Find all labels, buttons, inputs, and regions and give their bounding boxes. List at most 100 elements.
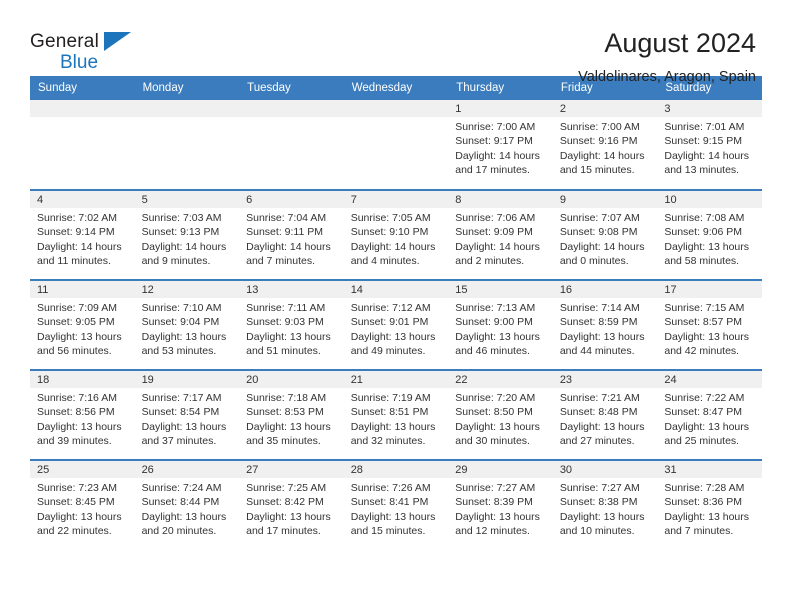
calendar-day-cell[interactable]: 27 Sunrise: 7:25 AM Sunset: 8:42 PM Dayligh… [239, 459, 344, 550]
day-sunset-text: Sunset: 8:36 PM [664, 496, 743, 509]
day-sunrise-text: Sunrise: 7:24 AM [141, 482, 222, 494]
calendar-day-cell[interactable]: 9 Sunrise: 7:07 AM Sunset: 9:08 PM Daylight… [552, 189, 658, 280]
calendar-day-cell[interactable]: 10 Sunrise: 7:08 AM Sunset: 9:06 PM Dayligh… [657, 189, 762, 280]
day-cell-content: 3 Sunrise: 7:01 AM Sunset: 9:15 PM Daylight… [657, 100, 762, 188]
calendar-day-cell[interactable]: 15 Sunrise: 7:13 AM Sunset: 9:00 PM Dayligh… [448, 279, 553, 370]
calendar-day-cell[interactable]: 25 Sunrise: 7:23 AM Sunset: 8:45 PM Dayligh… [30, 459, 135, 550]
day-daylight-line1-text: Daylight: 13 hours [455, 330, 540, 343]
calendar-day-cell[interactable]: 20 Sunrise: 7:18 AM Sunset: 8:53 PM Dayligh… [239, 369, 344, 460]
calendar-day-cell[interactable]: 18 Sunrise: 7:16 AM Sunset: 8:56 PM Dayligh… [30, 369, 135, 460]
day-daylight-line2-text: and 4 minutes. [350, 255, 420, 268]
day-daylight-line1-text: Daylight: 13 hours [246, 420, 331, 433]
day-cell-content: 30 Sunrise: 7:27 AM Sunset: 8:38 PM Dayligh… [552, 461, 658, 549]
day-number: 27 [239, 461, 344, 478]
day-daylight-line1-text: Daylight: 14 hours [246, 240, 331, 253]
day-cell-content: 21 Sunrise: 7:19 AM Sunset: 8:51 PM Dayligh… [343, 371, 449, 459]
calendar-day-cell[interactable]: 1 Sunrise: 7:00 AM Sunset: 9:17 PM Daylight… [448, 100, 553, 190]
day-cell-content: 27 Sunrise: 7:25 AM Sunset: 8:42 PM Dayligh… [239, 461, 344, 549]
day-number: 13 [239, 281, 344, 298]
calendar-day-cell[interactable]: 21 Sunrise: 7:19 AM Sunset: 8:51 PM Dayligh… [343, 369, 449, 460]
calendar-day-cell[interactable]: 3 Sunrise: 7:01 AM Sunset: 9:15 PM Daylight… [657, 100, 762, 190]
day-daylight-line1-text: Daylight: 13 hours [664, 330, 750, 343]
calendar-day-cell[interactable]: 30 Sunrise: 7:27 AM Sunset: 8:38 PM Dayligh… [552, 459, 658, 550]
day-number: 30 [552, 461, 658, 478]
calendar-day-cell[interactable]: 8 Sunrise: 7:06 AM Sunset: 9:09 PM Daylight… [448, 189, 553, 280]
day-sunrise-text: Sunrise: 7:07 AM [559, 212, 640, 224]
day-daylight-line2-text: and 30 minutes. [455, 435, 530, 448]
day-daylight-line2-text: and 12 minutes. [455, 525, 530, 538]
calendar-day-cell[interactable]: 28 Sunrise: 7:26 AM Sunset: 8:41 PM Dayligh… [343, 459, 449, 550]
calendar-day-cell[interactable]: 19 Sunrise: 7:17 AM Sunset: 8:54 PM Dayligh… [134, 369, 240, 460]
day-number: 5 [134, 191, 240, 208]
day-sun-info: Sunrise: 7:27 AM Sunset: 8:38 PM Daylight:… [553, 478, 658, 539]
day-sunrise-text: Sunrise: 7:01 AM [664, 121, 745, 133]
day-daylight-line1-text: Daylight: 13 hours [664, 240, 750, 253]
day-sunset-text: Sunset: 9:01 PM [350, 316, 429, 329]
calendar-day-cell[interactable]: 14 Sunrise: 7:12 AM Sunset: 9:01 PM Dayligh… [343, 279, 449, 370]
calendar-day-cell[interactable]: 17 Sunrise: 7:15 AM Sunset: 8:57 PM Dayligh… [657, 279, 762, 370]
day-sun-info: Sunrise: 7:23 AM Sunset: 8:45 PM Daylight:… [30, 478, 135, 539]
generalblue-logo[interactable]: General Blue [30, 28, 140, 73]
day-sun-info: Sunrise: 7:24 AM Sunset: 8:44 PM Daylight:… [135, 478, 240, 539]
day-sunset-text: Sunset: 8:59 PM [559, 316, 638, 329]
day-sun-info [344, 117, 449, 120]
day-sun-info: Sunrise: 7:26 AM Sunset: 8:41 PM Daylight:… [344, 478, 449, 539]
day-number: 17 [657, 281, 762, 298]
day-sun-info: Sunrise: 7:27 AM Sunset: 8:39 PM Daylight:… [448, 478, 553, 539]
calendar-day-cell[interactable]: 24 Sunrise: 7:22 AM Sunset: 8:47 PM Dayligh… [657, 369, 762, 460]
calendar-day-cell[interactable]: 22 Sunrise: 7:20 AM Sunset: 8:50 PM Dayligh… [448, 369, 553, 460]
calendar-day-cell[interactable]: 6 Sunrise: 7:04 AM Sunset: 9:11 PM Daylight… [239, 189, 344, 280]
day-sunset-text: Sunset: 9:16 PM [559, 135, 638, 148]
weekday-header-tuesday: Tuesday [239, 76, 344, 100]
day-cell-content: 15 Sunrise: 7:13 AM Sunset: 9:00 PM Dayligh… [448, 281, 553, 369]
day-sunset-text: Sunset: 9:03 PM [246, 316, 324, 329]
day-cell-content: 11 Sunrise: 7:09 AM Sunset: 9:05 PM Dayligh… [30, 281, 135, 369]
day-number: 21 [343, 371, 449, 388]
calendar-day-cell[interactable]: 16 Sunrise: 7:14 AM Sunset: 8:59 PM Dayligh… [552, 279, 658, 370]
calendar-day-cell[interactable]: 26 Sunrise: 7:24 AM Sunset: 8:44 PM Dayligh… [134, 459, 240, 550]
day-sun-info [135, 117, 240, 120]
day-sunrise-text: Sunrise: 7:09 AM [37, 302, 117, 314]
calendar-day-cell[interactable]: 2 Sunrise: 7:00 AM Sunset: 9:16 PM Daylight… [552, 100, 658, 190]
day-number: 24 [657, 371, 762, 388]
calendar-week-row: 4 Sunrise: 7:02 AM Sunset: 9:14 PM Daylight… [30, 189, 762, 280]
calendar-day-cell[interactable]: 5 Sunrise: 7:03 AM Sunset: 9:13 PM Daylight… [134, 189, 240, 280]
calendar-day-cell[interactable]: 13 Sunrise: 7:11 AM Sunset: 9:03 PM Dayligh… [239, 279, 344, 370]
title-block: August 2024 Valdelinares, Aragon, Spain [578, 28, 756, 87]
day-number: 1 [448, 100, 553, 117]
calendar-day-cell[interactable]: 11 Sunrise: 7:09 AM Sunset: 9:05 PM Dayligh… [30, 279, 135, 370]
day-sunrise-text: Sunrise: 7:12 AM [350, 302, 431, 314]
day-sun-info: Sunrise: 7:28 AM Sunset: 8:36 PM Daylight:… [657, 478, 762, 539]
day-sunrise-text: Sunrise: 7:04 AM [246, 212, 327, 224]
day-sun-info: Sunrise: 7:04 AM Sunset: 9:11 PM Daylight:… [239, 208, 344, 269]
day-sunrise-text: Sunrise: 7:27 AM [455, 482, 536, 494]
day-sunset-text: Sunset: 8:41 PM [350, 496, 429, 509]
day-daylight-line1-text: Daylight: 13 hours [455, 510, 540, 523]
day-daylight-line1-text: Daylight: 13 hours [141, 510, 227, 523]
calendar-body: 1 Sunrise: 7:00 AM Sunset: 9:17 PM Daylight… [30, 100, 762, 550]
day-number: 18 [30, 371, 135, 388]
day-daylight-line2-text: and 0 minutes. [559, 255, 629, 268]
day-cell-content: 6 Sunrise: 7:04 AM Sunset: 9:11 PM Daylight… [239, 191, 344, 279]
day-sun-info: Sunrise: 7:13 AM Sunset: 9:00 PM Daylight:… [448, 298, 553, 359]
calendar-day-cell[interactable]: 12 Sunrise: 7:10 AM Sunset: 9:04 PM Dayligh… [134, 279, 240, 370]
calendar-day-cell[interactable]: 31 Sunrise: 7:28 AM Sunset: 8:36 PM Dayligh… [657, 459, 762, 550]
day-sunset-text: Sunset: 9:00 PM [455, 316, 533, 329]
calendar-day-cell[interactable]: 4 Sunrise: 7:02 AM Sunset: 9:14 PM Daylight… [30, 189, 135, 280]
day-sun-info: Sunrise: 7:00 AM Sunset: 9:16 PM Daylight:… [553, 117, 658, 178]
day-sunrise-text: Sunrise: 7:28 AM [664, 482, 745, 494]
day-daylight-line2-text: and 46 minutes. [455, 345, 530, 358]
calendar-day-cell[interactable]: 23 Sunrise: 7:21 AM Sunset: 8:48 PM Dayligh… [552, 369, 658, 460]
day-sun-info: Sunrise: 7:10 AM Sunset: 9:04 PM Daylight:… [135, 298, 240, 359]
calendar-day-cell[interactable]: 29 Sunrise: 7:27 AM Sunset: 8:39 PM Dayligh… [448, 459, 553, 550]
day-daylight-line1-text: Daylight: 13 hours [664, 510, 750, 523]
day-sunrise-text: Sunrise: 7:27 AM [559, 482, 640, 494]
day-cell-content: 22 Sunrise: 7:20 AM Sunset: 8:50 PM Dayligh… [448, 371, 553, 459]
day-cell-content: 2 Sunrise: 7:00 AM Sunset: 9:16 PM Daylight… [552, 100, 658, 188]
calendar-day-cell-empty [239, 100, 344, 190]
day-cell-content: 18 Sunrise: 7:16 AM Sunset: 8:56 PM Dayligh… [30, 371, 135, 459]
day-sun-info: Sunrise: 7:01 AM Sunset: 9:15 PM Daylight:… [657, 117, 762, 178]
day-sun-info: Sunrise: 7:18 AM Sunset: 8:53 PM Daylight:… [239, 388, 344, 449]
day-daylight-line1-text: Daylight: 13 hours [559, 330, 645, 343]
calendar-day-cell[interactable]: 7 Sunrise: 7:05 AM Sunset: 9:10 PM Daylight… [343, 189, 449, 280]
